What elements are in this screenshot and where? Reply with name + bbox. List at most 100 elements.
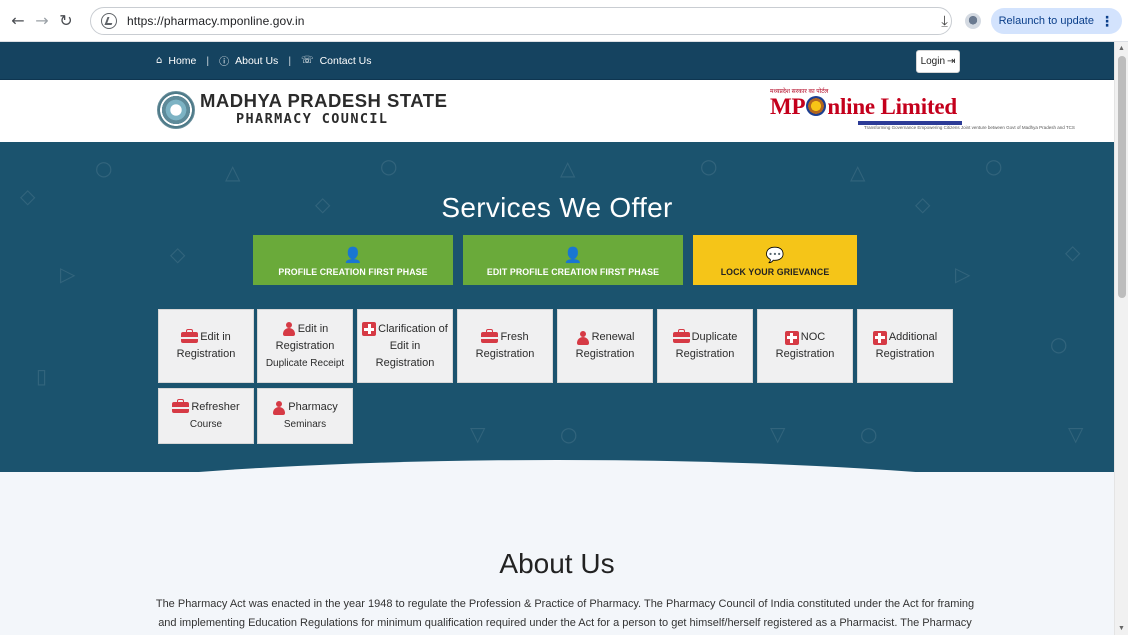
council-emblem-logo[interactable] <box>157 91 195 129</box>
login-button[interactable]: Login ⇥ <box>916 50 960 73</box>
mponline-name-post: nline Limited <box>827 94 958 119</box>
phone-icon: ☏ <box>301 55 314 66</box>
forward-arrow-icon[interactable]: → <box>30 9 54 33</box>
deco-circle-icon: ○ <box>700 154 718 178</box>
relaunch-button[interactable]: Relaunch to update ⋮ <box>990 8 1122 34</box>
deco-square-icon: ▯ <box>36 364 48 388</box>
scroll-down-arrow-icon[interactable]: ▼ <box>1118 625 1125 632</box>
service-card-edit-registration-duplicate-receipt[interactable]: Edit in Registration Duplicate Receipt <box>257 309 353 383</box>
service-card-renewal-registration[interactable]: Renewal Registration <box>557 309 653 383</box>
deco-triangle-icon: △ <box>560 156 576 180</box>
site-header: MADHYA PRADESH STATE PHARMACY COUNCIL मध… <box>0 80 1114 142</box>
card-label-line2: Registration <box>875 348 935 360</box>
extension-icon[interactable] <box>964 13 981 29</box>
nav-about-link[interactable]: About Us <box>235 55 278 67</box>
deco-circle-icon: ○ <box>860 422 878 446</box>
service-card-additional-registration[interactable]: Additional Registration <box>857 309 953 383</box>
services-title: Services We Offer <box>441 192 673 223</box>
scroll-up-arrow-icon[interactable]: ▲ <box>1118 45 1125 52</box>
user-md-icon <box>282 322 296 336</box>
mponline-logo[interactable]: मध्यप्रदेश सरकार का पोर्टल MP nline Limit… <box>768 87 1075 133</box>
mponline-subline-text2: Joint venture between Govt of Madhya Pra… <box>960 125 1075 130</box>
deco-circle-icon: ○ <box>560 422 578 446</box>
address-bar[interactable]: https://pharmacy.mponline.gov.in <box>90 7 952 35</box>
card-label-line1: Edit in <box>200 331 231 343</box>
site-info-icon[interactable] <box>101 13 117 29</box>
top-nav-bar: ⌂ Home | ⓘ About Us | ☏ Contact Us Login… <box>0 42 1114 80</box>
service-card-noc-registration[interactable]: NOC Registration <box>757 309 853 383</box>
deco-triangle-icon: ▽ <box>470 422 486 446</box>
briefcase-icon <box>172 399 190 413</box>
deco-diamond-icon: ◇ <box>170 242 186 266</box>
card-label-line1: Pharmacy <box>288 401 338 413</box>
card-label-line3: Duplicate Receipt <box>265 357 345 369</box>
relaunch-label: Relaunch to update <box>998 15 1094 27</box>
user-icon: 👤 <box>563 246 583 264</box>
back-arrow-icon[interactable]: ← <box>6 9 30 33</box>
deco-circle-icon: ○ <box>380 154 398 178</box>
user-md-icon <box>576 330 590 345</box>
service-card-refresher-course[interactable]: Refresher Course <box>158 388 254 444</box>
mponline-name: MP nline Limited <box>770 94 957 120</box>
reload-icon[interactable]: ↻ <box>54 9 78 33</box>
nav-contact-link[interactable]: Contact Us <box>320 55 372 67</box>
deco-triangle-icon: ▷ <box>955 262 971 286</box>
lock-grievance-button[interactable]: 💬 LOCK YOUR GRIEVANCE <box>693 235 857 285</box>
deco-triangle-icon: ▽ <box>770 422 786 446</box>
mponline-o-emblem <box>806 96 827 116</box>
user-md-icon <box>272 400 286 415</box>
deco-triangle-icon: ▷ <box>60 262 76 286</box>
info-icon: ⓘ <box>219 57 230 68</box>
page-scrollbar[interactable]: ▲ ▼ <box>1114 42 1128 635</box>
card-label-line1: Edit in <box>297 322 329 335</box>
card-label-line2: Registration <box>575 348 635 360</box>
edit-profile-creation-button[interactable]: 👤 EDIT PROFILE CREATION FIRST PHASE <box>463 235 683 285</box>
scrollbar-thumb[interactable] <box>1118 56 1126 298</box>
deco-triangle-icon: △ <box>225 160 241 184</box>
top-nav: ⌂ Home | ⓘ About Us | ☏ Contact Us <box>156 53 372 69</box>
service-card-edit-in-registration[interactable]: Edit in Registration <box>158 309 254 383</box>
service-card-fresh-registration[interactable]: Fresh Registration <box>457 309 553 383</box>
kebab-menu-icon: ⋮ <box>1100 12 1114 29</box>
nav-separator: | <box>206 54 210 67</box>
card-label-line1: Clarification of <box>378 322 448 335</box>
briefcase-icon <box>181 329 199 343</box>
edit-profile-creation-label: EDIT PROFILE CREATION FIRST PHASE <box>486 267 660 277</box>
deco-diamond-icon: ◇ <box>1065 240 1081 264</box>
login-label: Login <box>920 56 946 67</box>
nav-home-link[interactable]: Home <box>168 55 196 67</box>
sign-in-icon: ⇥ <box>947 56 956 67</box>
card-label-line1: Additional <box>888 331 938 343</box>
page-viewport: ⌂ Home | ⓘ About Us | ☏ Contact Us Login… <box>0 42 1114 635</box>
about-paragraph: The Pharmacy Act was enacted in the year… <box>155 598 975 629</box>
card-label-line2: Course <box>189 419 223 430</box>
card-label-line1: Refresher <box>191 401 240 413</box>
url-text: https://pharmacy.mponline.gov.in <box>127 14 305 28</box>
council-title-line2: PHARMACY COUNCIL <box>236 111 389 127</box>
profile-creation-button[interactable]: 👤 PROFILE CREATION FIRST PHASE <box>253 235 453 285</box>
card-label-line2: Seminars <box>283 419 327 430</box>
card-label-line2: Registration <box>275 339 335 352</box>
medkit-icon <box>362 322 377 336</box>
mponline-subline: Transforming Governance Empowering Citiz… <box>864 125 1075 130</box>
medkit-icon <box>872 330 887 345</box>
card-label-line1: Duplicate <box>691 331 738 343</box>
card-label-line2: Registration <box>675 348 735 360</box>
service-card-duplicate-registration[interactable]: Duplicate Registration <box>657 309 753 383</box>
council-title-line1: MADHYA PRADESH STATE <box>200 90 448 111</box>
medkit-icon <box>784 330 799 345</box>
deco-circle-icon: ○ <box>95 156 113 180</box>
service-card-clarification-edit-registration[interactable]: Clarification of Edit in Registration <box>357 309 453 383</box>
card-label-line2: Registration <box>775 348 835 360</box>
service-card-pharmacy-seminars[interactable]: Pharmacy Seminars <box>257 388 353 444</box>
mponline-name-pre: MP <box>770 94 806 119</box>
nav-separator: | <box>288 54 292 67</box>
briefcase-icon <box>481 329 499 343</box>
deco-circle-icon: ○ <box>985 154 1003 178</box>
download-icon[interactable]: ⤓ <box>933 9 957 33</box>
mponline-subline-text: Transforming Governance Empowering Citiz… <box>864 125 960 130</box>
lock-grievance-label: LOCK YOUR GRIEVANCE <box>720 267 830 277</box>
deco-triangle-icon: △ <box>850 160 866 184</box>
deco-circle-icon: ○ <box>1050 332 1068 356</box>
briefcase-icon <box>672 329 690 343</box>
